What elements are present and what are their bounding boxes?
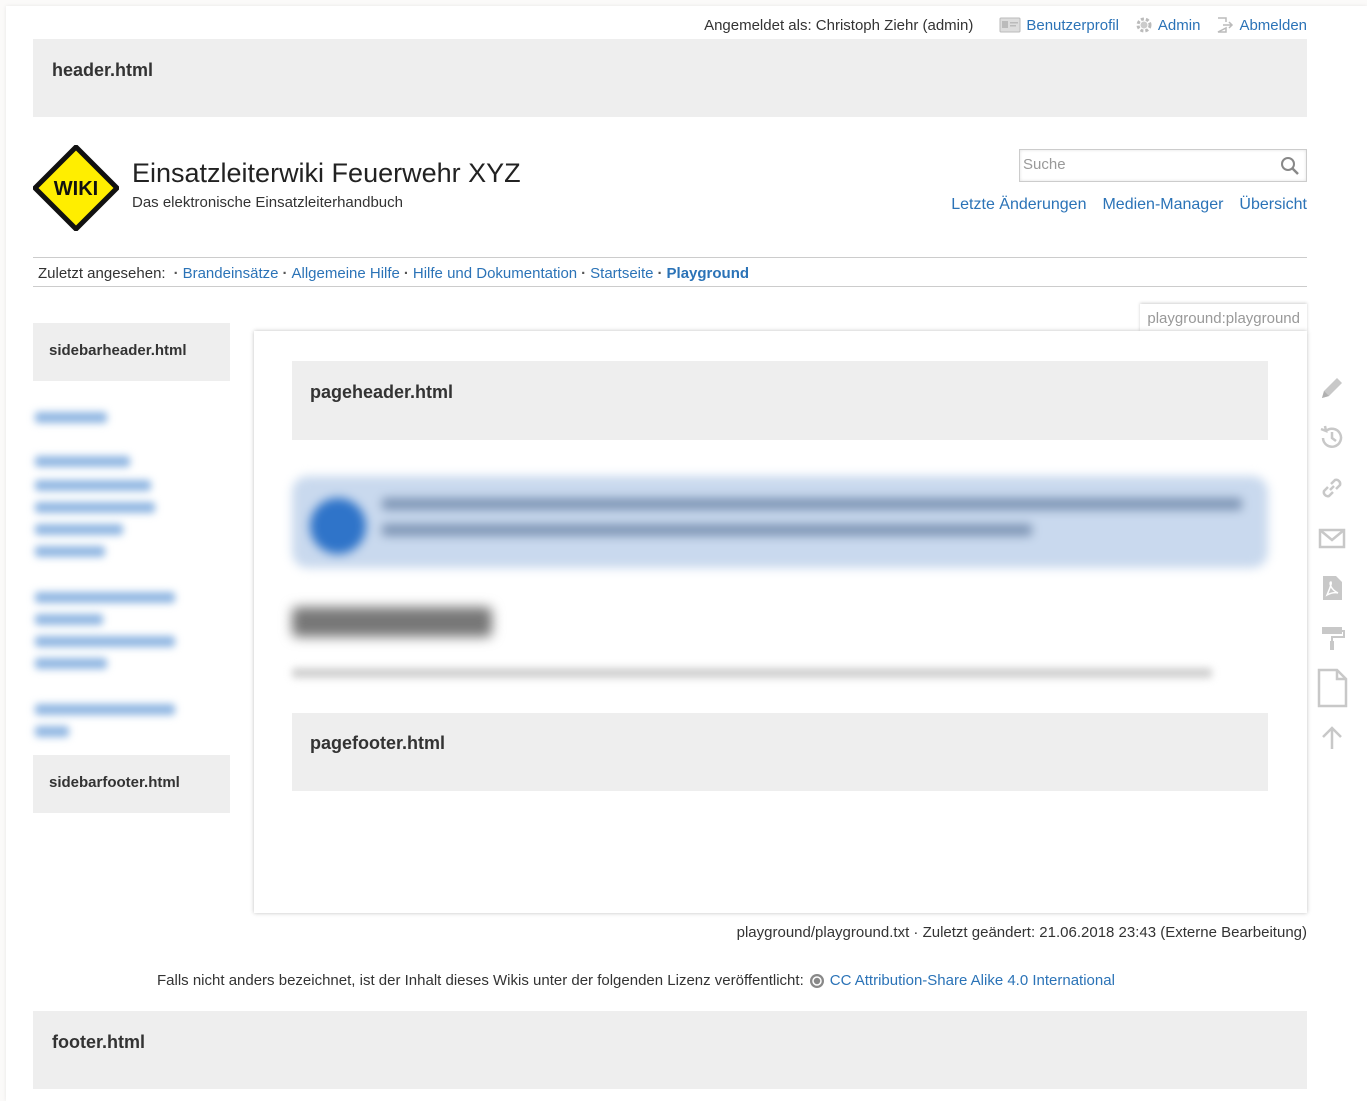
export-pdf-button[interactable] — [1314, 570, 1350, 606]
pencil-icon — [1322, 378, 1342, 398]
page-heading-blurred — [292, 607, 492, 637]
logout-link-label: Abmelden — [1239, 16, 1307, 34]
breadcrumb-item[interactable]: Startseite — [590, 265, 653, 282]
page-content: pageheader.html pagefooter.html — [254, 331, 1307, 913]
profile-card-icon — [999, 17, 1021, 33]
breadcrumb-current[interactable]: Playground — [667, 265, 750, 282]
license-link[interactable]: CC Attribution-Share Alike 4.0 Internati… — [830, 972, 1115, 989]
breadcrumb-item[interactable]: Hilfe und Dokumentation — [413, 265, 577, 282]
arrow-up-icon — [1322, 726, 1342, 749]
breadcrumb-item[interactable]: Brandeinsätze — [183, 265, 279, 282]
logged-in-label: Angemeldet als: Christoph Ziehr (admin) — [704, 16, 974, 34]
search-input[interactable] — [1023, 156, 1273, 173]
site-tools: Letzte Änderungen Medien-Manager Übersic… — [951, 196, 1307, 214]
styling-button[interactable] — [1314, 620, 1350, 656]
breadcrumb-label: Zuletzt angesehen: — [38, 265, 166, 282]
new-page-button[interactable] — [1314, 668, 1350, 708]
edit-page-button[interactable] — [1314, 370, 1350, 406]
license-info: Falls nicht anders bezeichnet, ist der I… — [157, 972, 1115, 989]
media-manager-link[interactable]: Medien-Manager — [1102, 196, 1223, 214]
divider-top — [33, 257, 1307, 258]
sidebar-nav-blurred — [33, 400, 208, 750]
license-text: Falls nicht anders bezeichnet, ist der I… — [157, 972, 804, 989]
subscribe-button[interactable] — [1314, 520, 1350, 556]
search-box — [1019, 149, 1307, 182]
site-tagline: Das elektronische Einsatzleiterhandbuch — [132, 194, 403, 211]
admin-link-label: Admin — [1157, 16, 1201, 34]
doc-info: playground/playground.txt · Zuletzt geän… — [736, 924, 1307, 941]
info-box-blurred — [292, 476, 1268, 568]
info-icon — [310, 498, 366, 554]
logout-link[interactable]: Abmelden — [1216, 16, 1307, 34]
history-icon — [1320, 425, 1343, 448]
mail-icon — [1318, 528, 1346, 549]
logout-icon — [1218, 17, 1234, 33]
link-icon — [1322, 478, 1342, 498]
profile-link-label: Benutzerprofil — [1026, 16, 1119, 34]
cc-license-icon — [809, 973, 824, 988]
backlinks-button[interactable] — [1314, 470, 1350, 506]
divider-bottom — [33, 286, 1307, 287]
admin-link[interactable]: Admin — [1135, 16, 1201, 34]
paint-roller-icon — [1322, 627, 1345, 650]
breadcrumb-item[interactable]: Allgemeine Hilfe — [292, 265, 400, 282]
user-bar: Angemeldet als: Christoph Ziehr (admin) … — [704, 16, 1307, 34]
back-to-top-button[interactable] — [1314, 720, 1350, 756]
breadcrumb: Zuletzt angesehen: · Brandeinsätze · All… — [38, 265, 750, 282]
pdf-icon — [1323, 576, 1342, 600]
header-include: header.html — [33, 39, 1307, 117]
pageheader-include: pageheader.html — [292, 361, 1268, 440]
old-revisions-button[interactable] — [1314, 420, 1350, 456]
logo-text: WIKI — [54, 178, 98, 200]
new-page-icon — [1317, 668, 1348, 708]
footer-include: footer.html — [33, 1011, 1307, 1089]
site-title[interactable]: Einsatzleiterwiki Feuerwehr XYZ — [132, 158, 521, 189]
recent-changes-link[interactable]: Letzte Änderungen — [951, 196, 1086, 214]
profile-link[interactable]: Benutzerprofil — [999, 17, 1119, 34]
page-text-blurred — [292, 668, 1212, 678]
gear-icon — [1136, 17, 1152, 33]
wiki-logo[interactable]: WIKI — [33, 145, 119, 231]
page-id: playground:playground — [1140, 304, 1307, 332]
index-link[interactable]: Übersicht — [1239, 196, 1307, 214]
pagefooter-include: pagefooter.html — [292, 713, 1268, 791]
search-icon[interactable] — [1280, 156, 1300, 176]
sidebarheader-include: sidebarheader.html — [33, 323, 230, 381]
sidebarfooter-include: sidebarfooter.html — [33, 755, 230, 813]
